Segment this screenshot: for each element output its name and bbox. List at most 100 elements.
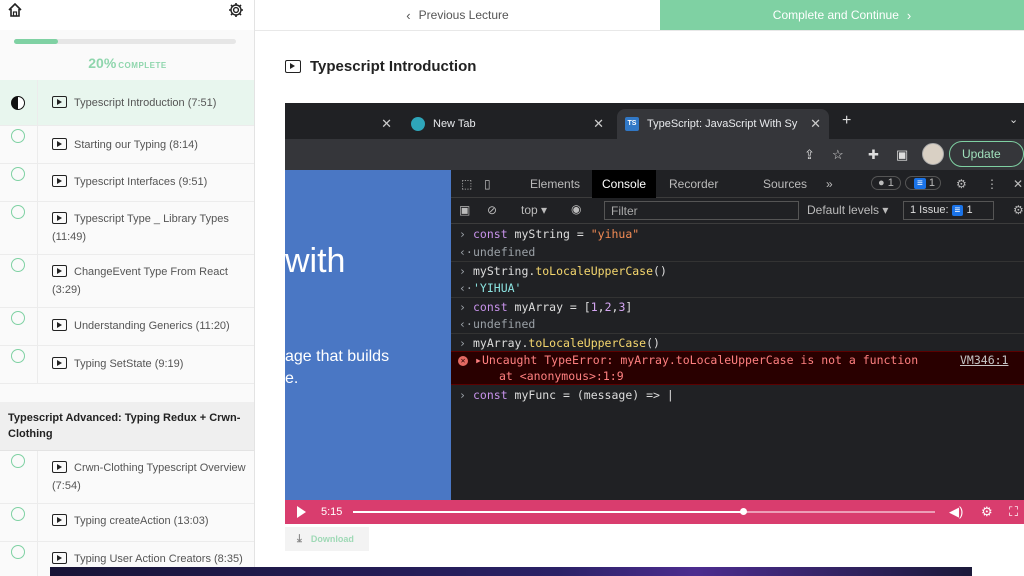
video-icon: [52, 357, 67, 369]
issues-count: 1: [966, 204, 973, 216]
video-player[interactable]: ✕ New Tab ✕ TS TypeScript: JavaScript Wi…: [285, 103, 1024, 524]
console-input-line: › myArray.toLocaleUpperCase(): [451, 333, 1024, 351]
lecture-title: Understanding Generics (11:20): [74, 320, 230, 332]
issues-icon: ≡: [951, 205, 964, 216]
incomplete-circle-icon: [11, 507, 25, 521]
video-icon: [52, 212, 67, 224]
gear-icon[interactable]: [228, 2, 244, 18]
lecture-item-typescript-interfaces[interactable]: Typescript Interfaces (9:51): [0, 164, 254, 202]
current-time: 5:15: [321, 506, 343, 518]
eye-icon: ◉: [571, 202, 582, 216]
console-output: › const myString = "yihua" ‹· undefined › m…: [451, 224, 1024, 500]
download-label: Download: [310, 534, 354, 544]
console-result-line: ‹· undefined: [459, 245, 536, 259]
section-spacer: [0, 384, 254, 402]
video-icon: [52, 265, 67, 277]
lecture-nav-bar: ‹ Previous Lecture Complete and Continue…: [255, 0, 1024, 31]
play-icon[interactable]: [297, 506, 306, 518]
typescript-favicon-icon: TS: [625, 117, 639, 131]
video-icon: [52, 175, 67, 187]
incomplete-circle-icon: [11, 349, 25, 363]
star-icon: ☆: [832, 147, 844, 162]
error-source-link: VM346:1: [960, 353, 1009, 367]
lecture-title: Typing User Action Creators (8:35): [74, 553, 243, 565]
tab-elements: Elements: [530, 177, 581, 191]
lecture-status: [0, 504, 38, 541]
complete-and-continue-button[interactable]: Complete and Continue ›: [660, 0, 1024, 30]
lecture-item-crwn-clothing-overview[interactable]: Crwn-Clothing Typescript Overview (7:54): [0, 451, 254, 504]
inspect-icon: ⬚: [461, 177, 473, 191]
kebab-menu-icon: ⋮: [986, 177, 998, 191]
console-error-message: ✕ ▸Uncaught TypeError: myArray.toLocaleU…: [451, 351, 1024, 385]
scrubber-handle[interactable]: [739, 508, 747, 515]
issues-label: 1 Issue:: [910, 204, 949, 216]
lecture-title: Typescript Introduction (7:51): [74, 97, 217, 109]
lecture-item-understanding-generics[interactable]: Understanding Generics (11:20): [0, 308, 254, 346]
incomplete-circle-icon: [11, 545, 25, 559]
browser-tab-title: TypeScript: JavaScript With Sy: [647, 118, 798, 130]
webpage-body-text: e.: [285, 370, 299, 387]
browser-tab-new-tab: New Tab ✕: [407, 109, 612, 139]
progress-number: 20%: [88, 55, 117, 71]
download-icon: ⤓: [297, 532, 302, 545]
download-button[interactable]: ⤓ Download: [285, 527, 369, 551]
console-result-line: ‹· undefined: [459, 317, 536, 331]
video-icon: [285, 60, 301, 73]
chevron-right-icon: ›: [906, 7, 912, 23]
console-result-line: ‹· 'YIHUA': [459, 281, 522, 295]
course-player-page: 20% COMPLETE Typescript Introduction (7:5…: [0, 0, 1024, 576]
settings-icon[interactable]: ⚙: [981, 504, 993, 520]
lecture-status: [0, 80, 38, 125]
lecture-title: Typing createAction (13:03): [74, 515, 209, 527]
previous-lecture-button[interactable]: ‹ Previous Lecture: [255, 0, 660, 30]
volume-icon[interactable]: ◀): [949, 504, 963, 520]
incomplete-circle-icon: [11, 454, 25, 468]
lecture-status: [0, 346, 38, 383]
section-header: Typescript Advanced: Typing Redux + Crwn…: [0, 402, 254, 451]
tab-console: Console: [592, 170, 657, 198]
lecture-item-typing-setstate[interactable]: Typing SetState (9:19): [0, 346, 254, 384]
browser-tab-title: New Tab: [433, 118, 476, 130]
lecture-title: Crwn-Clothing Typescript Overview (7:54): [52, 462, 246, 492]
video-icon: [52, 552, 67, 564]
lecture-item-changeevent-type[interactable]: ChangeEvent Type From React (3:29): [0, 255, 254, 308]
page-title: Typescript Introduction: [310, 58, 477, 75]
video-scrubber[interactable]: [353, 508, 935, 515]
browser-toolbar: ⇪ ☆ ✚ ▣ Update: [285, 139, 1024, 170]
lecture-item-typescript-introduction[interactable]: Typescript Introduction (7:51): [0, 80, 254, 126]
home-icon[interactable]: [8, 3, 22, 17]
favicon-icon: [411, 117, 425, 131]
course-sidebar: 20% COMPLETE Typescript Introduction (7:5…: [0, 0, 255, 576]
close-icon: ✕: [381, 116, 392, 131]
video-icon: [52, 514, 67, 526]
avatar: [922, 143, 944, 165]
tab-sources: Sources: [763, 177, 808, 191]
complete-and-continue-label: Complete and Continue: [772, 8, 899, 22]
fullscreen-icon[interactable]: ⛶: [1009, 504, 1018, 520]
lecture-item-typescript-type-library-types[interactable]: Typescript Type _ Library Types (11:49): [0, 202, 254, 255]
webpage-content: with age that builds e.: [285, 170, 451, 500]
console-prompt-line: › const myFunc = (message) => |: [459, 388, 674, 402]
video-icon: [52, 96, 67, 108]
scrubber-played: [353, 511, 743, 513]
message-count-badge: ≡ 1: [905, 176, 942, 190]
half-complete-icon: [11, 96, 25, 110]
lecture-status: [0, 451, 38, 503]
new-tab-icon: +: [842, 112, 852, 129]
incomplete-circle-icon: [11, 258, 25, 272]
lecture-title: Typescript Type _ Library Types (11:49): [52, 213, 229, 243]
console-toolbar: ▣ ⊘ top ▾ ◉ Filter Default levels ▾ 1 Is…: [451, 198, 1024, 224]
lecture-status: [0, 126, 38, 163]
console-filter-input: Filter: [604, 201, 799, 220]
lecture-item-starting-our-typing[interactable]: Starting our Typing (8:14): [0, 126, 254, 164]
tab-recorder: Recorder: [669, 177, 719, 191]
browser-tab: ✕: [285, 109, 400, 139]
webpage-body-text: age that builds: [285, 348, 390, 365]
video-icon: [52, 319, 67, 331]
console-input-line: › myString.toLocaleUpperCase(): [451, 261, 1024, 279]
message-icon: ≡: [914, 178, 926, 189]
lecture-item-typing-createaction[interactable]: Typing createAction (13:03): [0, 504, 254, 542]
lecture-title: Typing SetState (9:19): [74, 358, 184, 370]
lecture-status: [0, 202, 38, 254]
lecture-title: ChangeEvent Type From React (3:29): [52, 266, 228, 296]
